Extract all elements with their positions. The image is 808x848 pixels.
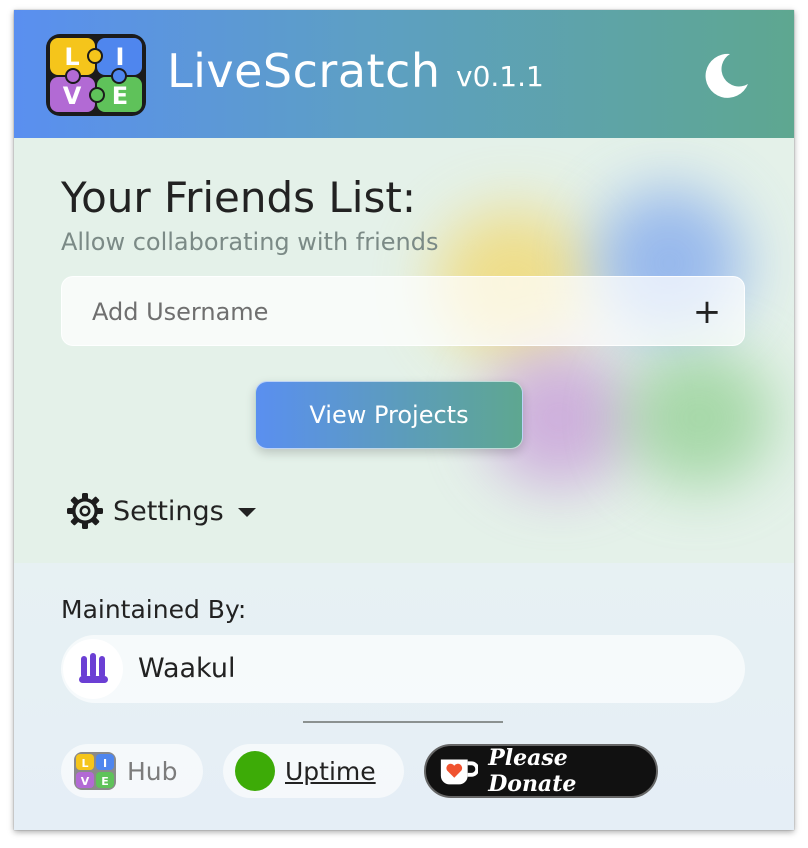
- friends-list-subtitle: Allow collaborating with friends: [61, 228, 439, 256]
- hub-logo-letter-l: L: [81, 757, 88, 770]
- add-username-field: +: [61, 276, 745, 346]
- username-input[interactable]: [90, 291, 654, 333]
- caret-down-icon: [237, 507, 256, 517]
- logo-letter-e: E: [112, 82, 128, 110]
- settings-label: Settings: [113, 495, 224, 527]
- logo-letter-l: L: [64, 43, 79, 71]
- hub-link[interactable]: L I V E Hub: [61, 744, 203, 798]
- livescratch-popup: L I V E LiveScratch v0.1.1 Your Friends …: [14, 10, 794, 830]
- avatar: [63, 639, 123, 699]
- header: L I V E LiveScratch v0.1.1: [14, 10, 794, 138]
- friends-panel: Your Friends List: Allow collaborating w…: [14, 138, 794, 563]
- waakul-avatar-icon: [79, 653, 108, 683]
- uptime-label: Uptime: [285, 756, 376, 786]
- gear-icon: [67, 493, 103, 529]
- friends-list-title: Your Friends List:: [61, 173, 416, 222]
- maintainer-name: Waakul: [138, 653, 236, 684]
- status-dot-icon: [235, 751, 275, 791]
- livescratch-logo: L I V E: [46, 34, 146, 116]
- app-title: LiveScratch: [167, 44, 441, 98]
- hub-logo-letter-v: V: [81, 775, 90, 788]
- divider: [303, 721, 503, 723]
- coffee-cup-icon: [440, 759, 479, 785]
- logo-letter-v: V: [63, 82, 82, 110]
- maintained-by-label: Maintained By:: [61, 595, 247, 624]
- logo-letter-i: I: [116, 43, 125, 71]
- view-projects-button[interactable]: View Projects: [255, 381, 523, 449]
- add-friend-button[interactable]: +: [686, 291, 728, 333]
- moon-icon[interactable]: [700, 50, 752, 102]
- background-blob-green: [624, 348, 774, 488]
- hub-logo-letter-e: E: [101, 775, 109, 788]
- donate-button[interactable]: Please Donate: [424, 744, 658, 798]
- hub-logo-letter-i: I: [103, 757, 107, 770]
- settings-toggle[interactable]: Settings: [66, 490, 256, 532]
- uptime-link[interactable]: Uptime: [223, 744, 404, 798]
- view-projects-label: View Projects: [309, 401, 469, 429]
- hub-label: Hub: [127, 756, 178, 786]
- footer: Maintained By: Waakul L I V E Hub Uptime…: [14, 563, 794, 830]
- maintainer-card[interactable]: Waakul: [61, 635, 745, 703]
- version-label: v0.1.1: [456, 60, 544, 93]
- livescratch-hub-icon: L I V E: [74, 752, 116, 790]
- donate-label: Please Donate: [488, 745, 577, 797]
